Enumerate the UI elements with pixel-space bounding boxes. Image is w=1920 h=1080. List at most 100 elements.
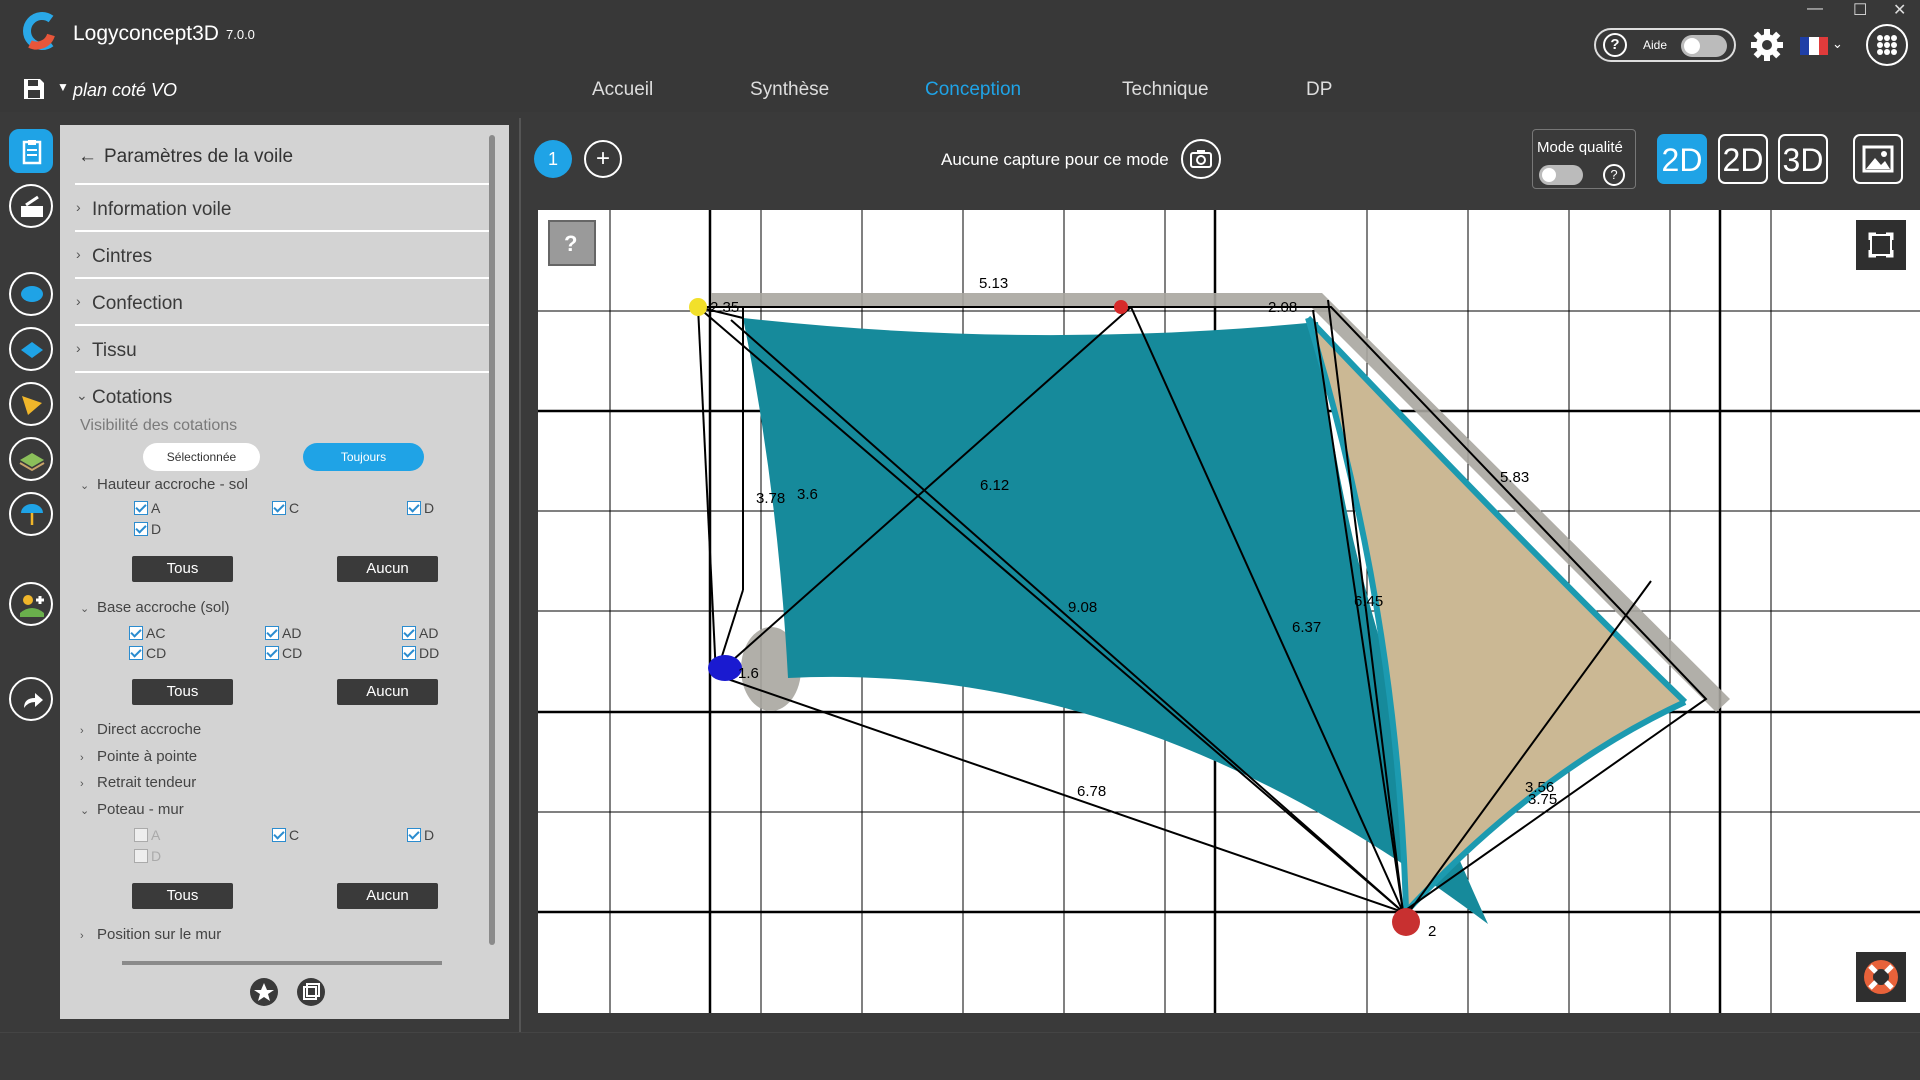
minimize-button[interactable]: — (1807, 0, 1823, 18)
checkbox-box[interactable] (402, 646, 416, 660)
checkbox-box[interactable] (407, 501, 421, 515)
panel-horizontal-scrollbar[interactable] (122, 961, 442, 965)
panel-scrollbar[interactable] (489, 135, 495, 945)
panel-back-button[interactable]: ← Paramètres de la voile (78, 146, 293, 168)
checkbox-label: A (151, 500, 161, 516)
section-confection[interactable]: › Confection (75, 277, 490, 324)
viewport-separator[interactable] (519, 118, 521, 1053)
checkbox-box[interactable] (272, 828, 286, 842)
image-export-icon[interactable] (1853, 134, 1903, 184)
quality-mode-switch[interactable] (1539, 165, 1583, 185)
lifebuoy-icon[interactable] (1856, 952, 1906, 1002)
group-poteau-mur[interactable]: ⌄ Poteau - mur (80, 801, 184, 818)
poteau-all-button[interactable]: Tous (132, 883, 233, 909)
tab-accueil[interactable]: Accueil (592, 79, 653, 101)
view-2d-alt-button[interactable]: 2D (1718, 134, 1768, 184)
checkbox-base-ac[interactable]: AC (129, 625, 165, 641)
chevron-right-icon: › (76, 199, 81, 215)
tab-conception[interactable]: Conception (925, 79, 1021, 101)
section-label: Cotations (92, 387, 173, 408)
section-cotations[interactable]: ⌄ Cotations (75, 371, 490, 418)
add-capture-button[interactable]: + (584, 140, 622, 178)
view-2d-button[interactable]: 2D (1657, 134, 1707, 184)
hauteur-all-button[interactable]: Tous (132, 556, 233, 582)
share-icon[interactable] (9, 677, 53, 721)
group-retrait-tendeur[interactable]: › Retrait tendeur (80, 774, 196, 791)
checkbox-box[interactable] (402, 626, 416, 640)
checkbox-box[interactable] (407, 828, 421, 842)
visibility-always-button[interactable]: Toujours (303, 443, 424, 471)
capture-1-button[interactable]: 1 (534, 140, 572, 178)
group-direct-accroche[interactable]: › Direct accroche (80, 721, 201, 738)
dim-right-low2: 3.75 (1528, 791, 1557, 808)
group-hauteur[interactable]: ⌄ Hauteur accroche - sol (80, 476, 248, 493)
checkbox-poteau-d[interactable]: D (407, 827, 434, 843)
toolbox-icon[interactable] (9, 184, 53, 228)
group-label: Retrait tendeur (97, 774, 197, 791)
checkbox-base-dd[interactable]: DD (402, 645, 439, 661)
checkbox-base-ad[interactable]: AD (265, 625, 301, 641)
checkbox-hauteur-d2[interactable]: D (134, 521, 161, 537)
group-pointe-a-pointe[interactable]: › Pointe à pointe (80, 748, 197, 765)
layers-icon[interactable] (296, 977, 326, 1007)
checkbox-base-cd[interactable]: CD (129, 645, 166, 661)
visibility-selected-button[interactable]: Sélectionnée (143, 443, 260, 471)
design-canvas[interactable]: 5.13 5.83 3.78 3.6 6.12 9.08 6.37 6.45 6… (538, 210, 1920, 1013)
ground-icon[interactable] (9, 437, 53, 481)
help-toggle[interactable]: ? Aide (1594, 28, 1736, 62)
section-cintres[interactable]: › Cintres (75, 230, 490, 277)
checkbox-box[interactable] (129, 626, 143, 640)
checkbox-label: A (151, 827, 161, 843)
tab-technique[interactable]: Technique (1122, 79, 1209, 101)
checkbox-hauteur-c[interactable]: C (272, 500, 299, 516)
tab-dp[interactable]: DP (1306, 79, 1332, 101)
section-tissu[interactable]: › Tissu (75, 324, 490, 371)
sun-add-icon[interactable] (9, 582, 53, 626)
view-3d-button[interactable]: 3D (1778, 134, 1828, 184)
project-dropdown-icon[interactable]: ▼ (57, 80, 69, 94)
group-base[interactable]: ⌄ Base accroche (sol) (80, 599, 230, 616)
hauteur-none-button[interactable]: Aucun (337, 556, 438, 582)
group-label: Pointe à pointe (97, 748, 198, 765)
checkbox-label: AD (419, 625, 439, 641)
star-icon[interactable] (249, 977, 279, 1007)
quality-help-icon[interactable]: ? (1603, 164, 1625, 186)
help-switch[interactable] (1681, 35, 1727, 57)
checkbox-box[interactable] (134, 522, 148, 536)
canvas-help-button[interactable]: ? (548, 220, 596, 266)
base-all-button[interactable]: Tous (132, 679, 233, 705)
dim-diag-right: 5.83 (1500, 469, 1529, 486)
checkbox-box[interactable] (134, 501, 148, 515)
gear-icon[interactable] (1750, 28, 1784, 62)
checkbox-box[interactable] (272, 501, 286, 515)
checkbox-base-ad2[interactable]: AD (402, 625, 438, 641)
group-label: Hauteur accroche - sol (97, 476, 248, 493)
checkbox-hauteur-d[interactable]: D (407, 500, 434, 516)
fullscreen-icon[interactable] (1856, 220, 1906, 270)
base-none-button[interactable]: Aucun (337, 679, 438, 705)
clipboard-icon[interactable] (9, 129, 53, 173)
camera-icon[interactable] (1181, 139, 1221, 179)
checkbox-box[interactable] (129, 646, 143, 660)
group-position-mur[interactable]: › Position sur le mur (80, 926, 221, 943)
checkbox-base-cd2[interactable]: CD (265, 645, 302, 661)
plan-drawing[interactable]: 5.13 5.83 3.78 3.6 6.12 9.08 6.37 6.45 6… (538, 210, 1920, 1013)
save-icon[interactable] (22, 77, 46, 101)
project-name[interactable]: plan coté VO (73, 80, 177, 101)
checkbox-hauteur-a[interactable]: A (134, 500, 160, 516)
close-button[interactable]: ✕ (1893, 0, 1906, 20)
section-information-voile[interactable]: › Information voile (75, 183, 490, 230)
sail-round-icon[interactable] (9, 272, 53, 316)
sail-square-icon[interactable] (9, 327, 53, 371)
maximize-button[interactable]: ☐ (1853, 0, 1867, 20)
chevron-down-icon[interactable]: ⌄ (1832, 36, 1843, 52)
language-flag-icon[interactable] (1800, 37, 1828, 55)
checkbox-poteau-c[interactable]: C (272, 827, 299, 843)
sail-triangle-icon[interactable] (9, 382, 53, 426)
umbrella-icon[interactable] (9, 492, 53, 536)
poteau-none-button[interactable]: Aucun (337, 883, 438, 909)
tab-synthese[interactable]: Synthèse (750, 79, 829, 101)
checkbox-box[interactable] (265, 646, 279, 660)
apps-grid-icon[interactable] (1866, 24, 1908, 66)
checkbox-box[interactable] (265, 626, 279, 640)
